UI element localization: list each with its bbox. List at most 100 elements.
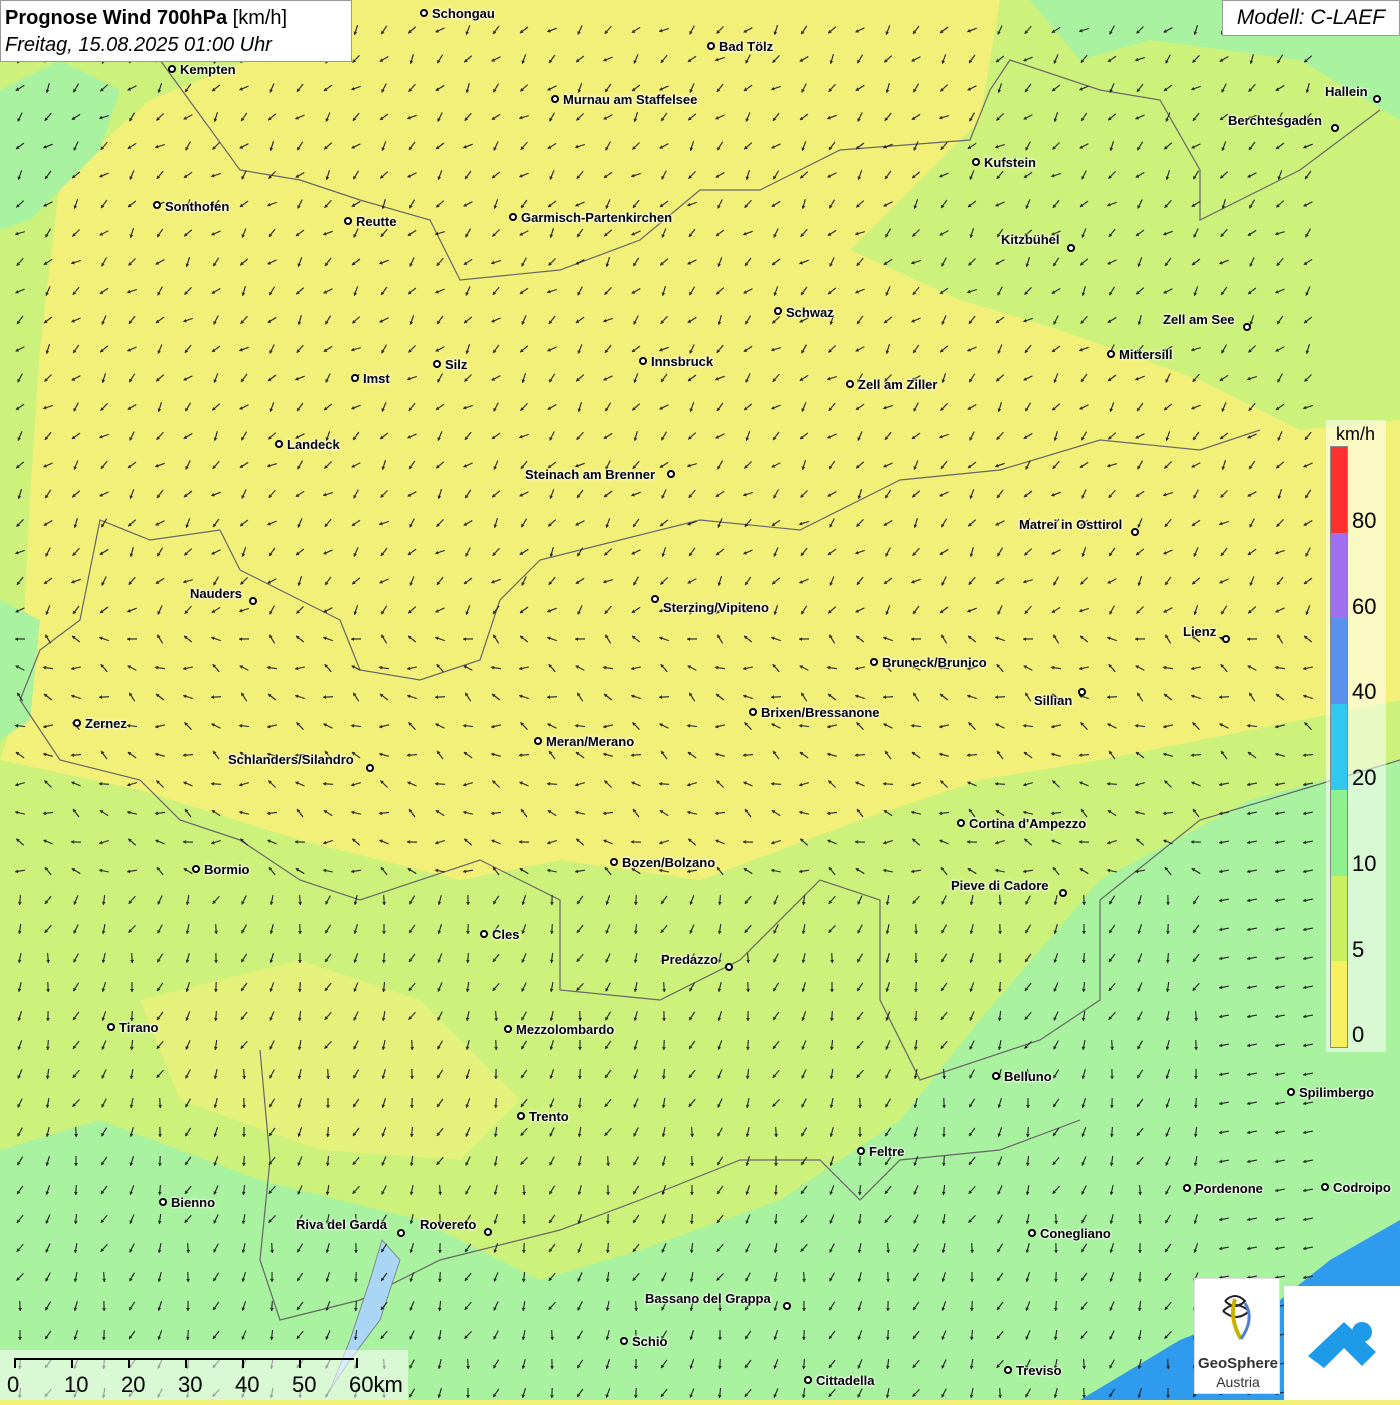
city-marker <box>1222 635 1230 643</box>
title-unit: [km/h] <box>233 7 287 29</box>
map-subtitle: Freitag, 15.08.2025 01:00 Uhr <box>5 32 347 58</box>
city-marker <box>1067 244 1075 252</box>
city-label: Silz <box>445 357 467 372</box>
city-marker <box>1107 350 1115 358</box>
city-marker <box>639 357 647 365</box>
city-marker <box>972 158 980 166</box>
city-marker <box>1321 1183 1329 1191</box>
city-marker <box>992 1072 1000 1080</box>
city-marker <box>1028 1229 1036 1237</box>
city-label: Zell am Ziller <box>858 377 937 392</box>
city-marker <box>484 1228 492 1236</box>
scale-tick <box>356 1358 358 1368</box>
city-marker <box>725 963 733 971</box>
city-label: Sterzing/Vipiteno <box>663 600 769 615</box>
city-marker <box>1331 124 1339 132</box>
legend-tick-label: 5 <box>1352 937 1364 963</box>
city-label: Matrei in Osttirol <box>1019 517 1122 532</box>
city-label: Brixen/Bressanone <box>761 705 880 720</box>
city-label: Zernez <box>85 716 127 731</box>
scale-tick <box>299 1358 301 1368</box>
city-marker <box>344 217 352 225</box>
city-marker <box>433 360 441 368</box>
city-label: Murnau am Staffelsee <box>563 92 697 107</box>
geosphere-logo: GeoSphere Austria <box>1194 1278 1280 1394</box>
city-label: Spilimbergo <box>1299 1085 1374 1100</box>
app-logo <box>1284 1286 1400 1400</box>
city-label: Rovereto <box>420 1217 476 1232</box>
city-label: Tirano <box>119 1020 159 1035</box>
city-label: Schlanders/Silandro <box>228 752 354 767</box>
city-marker <box>366 764 374 772</box>
legend-swatch <box>1331 961 1347 1047</box>
city-marker <box>870 658 878 666</box>
city-label: Predazzo <box>661 952 718 967</box>
city-label: Steinach am Brenner <box>525 467 655 482</box>
city-marker <box>73 719 81 727</box>
city-marker <box>1059 889 1067 897</box>
city-marker <box>159 1198 167 1206</box>
city-marker <box>620 1337 628 1345</box>
city-label: Belluno <box>1004 1069 1052 1084</box>
city-marker <box>249 597 257 605</box>
scale-line <box>14 1358 354 1360</box>
scale-label: 50 <box>292 1372 316 1398</box>
city-marker <box>397 1229 405 1237</box>
legend-swatch <box>1331 790 1347 876</box>
scale-label: 60km <box>349 1372 403 1398</box>
city-label: Mittersill <box>1119 347 1172 362</box>
city-label: Hallein <box>1325 84 1368 99</box>
city-label: Sonthofen <box>165 199 229 214</box>
city-label: Conegliano <box>1040 1226 1111 1241</box>
city-marker <box>1004 1366 1012 1374</box>
city-marker <box>846 380 854 388</box>
title-box: Prognose Wind 700hPa [km/h] Freitag, 15.… <box>0 0 352 62</box>
legend-tick-label: 60 <box>1352 594 1376 620</box>
app-logo-icon <box>1284 1286 1400 1400</box>
legend-swatch <box>1331 704 1347 790</box>
city-marker <box>610 858 618 866</box>
legend-swatch <box>1331 447 1347 533</box>
city-label: Garmisch-Partenkirchen <box>521 210 672 225</box>
city-label: Reutte <box>356 214 396 229</box>
legend-unit: km/h <box>1336 424 1375 445</box>
city-label: Sillian <box>1034 693 1072 708</box>
city-label: Imst <box>363 371 390 386</box>
city-label: Pordenone <box>1195 1181 1263 1196</box>
city-marker <box>783 1302 791 1310</box>
city-marker <box>804 1376 812 1384</box>
scale-label: 20 <box>121 1372 145 1398</box>
city-label: Cles <box>492 927 519 942</box>
city-marker <box>1078 688 1086 696</box>
city-label: Bienno <box>171 1195 215 1210</box>
city-marker <box>480 930 488 938</box>
city-marker <box>168 65 176 73</box>
city-label: Pieve di Cadore <box>951 878 1049 893</box>
city-marker <box>1183 1184 1191 1192</box>
city-label: Schwaz <box>786 305 834 320</box>
legend-bar <box>1330 446 1348 1048</box>
city-label: Berchtesgaden <box>1228 113 1322 128</box>
city-marker <box>517 1112 525 1120</box>
logo-line2: Austria <box>1195 1374 1281 1390</box>
model-label: Modell: C-LAEF <box>1222 0 1400 36</box>
title-text: Prognose Wind 700hPa <box>5 7 227 29</box>
city-marker <box>153 201 161 209</box>
legend-tick-label: 40 <box>1352 679 1376 705</box>
scale-tick <box>242 1358 244 1368</box>
city-marker <box>1373 95 1381 103</box>
city-marker <box>504 1025 512 1033</box>
city-label: Bormio <box>204 862 250 877</box>
city-label: Codroipo <box>1333 1180 1391 1195</box>
city-marker <box>192 865 200 873</box>
city-label: Lienz <box>1183 624 1216 639</box>
city-label: Meran/Merano <box>546 734 634 749</box>
scale-label: 0 <box>7 1372 19 1398</box>
city-label: Cortina d'Ampezzo <box>969 816 1086 831</box>
geosphere-icon <box>1195 1279 1281 1351</box>
logo-line1: GeoSphere <box>1195 1355 1281 1372</box>
city-label: Cittadella <box>816 1373 875 1388</box>
city-marker <box>534 737 542 745</box>
city-label: Mezzolombardo <box>516 1022 614 1037</box>
scale-tick <box>128 1358 130 1368</box>
